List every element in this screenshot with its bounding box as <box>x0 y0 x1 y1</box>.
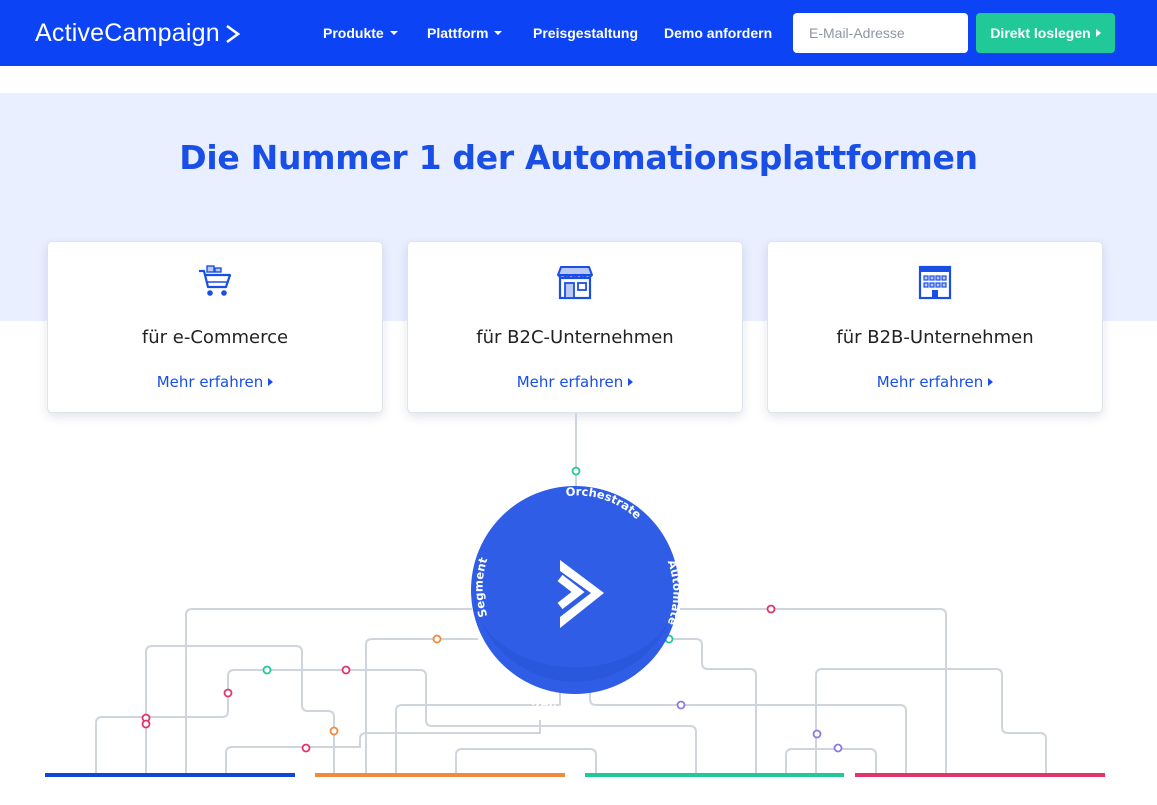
nav-demo-anfordern[interactable]: Demo anfordern <box>664 25 772 41</box>
automation-network-diagram: Orchestrate Automate Personalize Segment <box>45 413 1105 777</box>
learn-more-link[interactable]: Mehr erfahren <box>408 373 742 391</box>
office-building-icon <box>918 265 952 300</box>
nav-produkte[interactable]: Produkte <box>323 25 398 41</box>
color-bar-pink <box>855 773 1105 777</box>
start-now-button[interactable]: Direkt loslegen <box>976 13 1115 53</box>
card-title: für B2C-Unternehmen <box>476 327 674 348</box>
activecampaign-logo[interactable]: ActiveCampaign <box>35 19 241 48</box>
nav-preisgestaltung[interactable]: Preisgestaltung <box>533 25 638 41</box>
nav-produkte-label: Produkte <box>323 25 384 41</box>
hero-title: Die Nummer 1 der Automationsplattformen <box>179 138 978 177</box>
card-title: für e-Commerce <box>141 327 289 348</box>
chevron-down-icon <box>494 31 503 35</box>
brand-name: ActiveCampaign <box>35 19 220 47</box>
arrow-right-icon <box>628 378 634 386</box>
learn-more-link[interactable]: Mehr erfahren <box>768 373 1102 391</box>
arrow-right-icon <box>988 378 994 386</box>
card-b2c[interactable]: für B2C-Unternehmen Mehr erfahren <box>407 241 743 413</box>
arrow-right-icon <box>268 378 274 386</box>
color-bar-blue <box>45 773 295 777</box>
color-bar-orange <box>315 773 565 777</box>
nav-plattform[interactable]: Plattform <box>427 25 503 41</box>
color-bar-green <box>585 773 844 777</box>
learn-more-link[interactable]: Mehr erfahren <box>48 373 382 391</box>
learn-more-label: Mehr erfahren <box>516 373 624 391</box>
storefront-icon <box>557 266 593 300</box>
start-now-label: Direkt loslegen <box>990 25 1091 41</box>
arrow-right-icon <box>1095 29 1101 37</box>
nav-demo-anfordern-label: Demo anfordern <box>664 25 773 41</box>
card-ecommerce[interactable]: für e-Commerce Mehr erfahren <box>47 241 383 413</box>
nav-preisgestaltung-label: Preisgestaltung <box>533 25 639 41</box>
top-navbar: ActiveCampaign Produkte Plattform Preisg… <box>0 0 1157 66</box>
card-b2b[interactable]: für B2B-Unternehmen Mehr erfahren <box>767 241 1103 413</box>
nav-plattform-label: Plattform <box>427 25 489 41</box>
learn-more-label: Mehr erfahren <box>876 373 984 391</box>
logo-chevron-icon <box>226 24 241 43</box>
learn-more-label: Mehr erfahren <box>156 373 264 391</box>
automation-hub: Orchestrate Automate Personalize Segment <box>471 484 685 718</box>
email-input[interactable] <box>793 13 968 53</box>
card-title: für B2B-Unternehmen <box>836 327 1034 348</box>
chevron-down-icon <box>389 31 398 35</box>
shopping-cart-icon <box>199 265 232 296</box>
category-color-bars <box>45 773 1105 777</box>
